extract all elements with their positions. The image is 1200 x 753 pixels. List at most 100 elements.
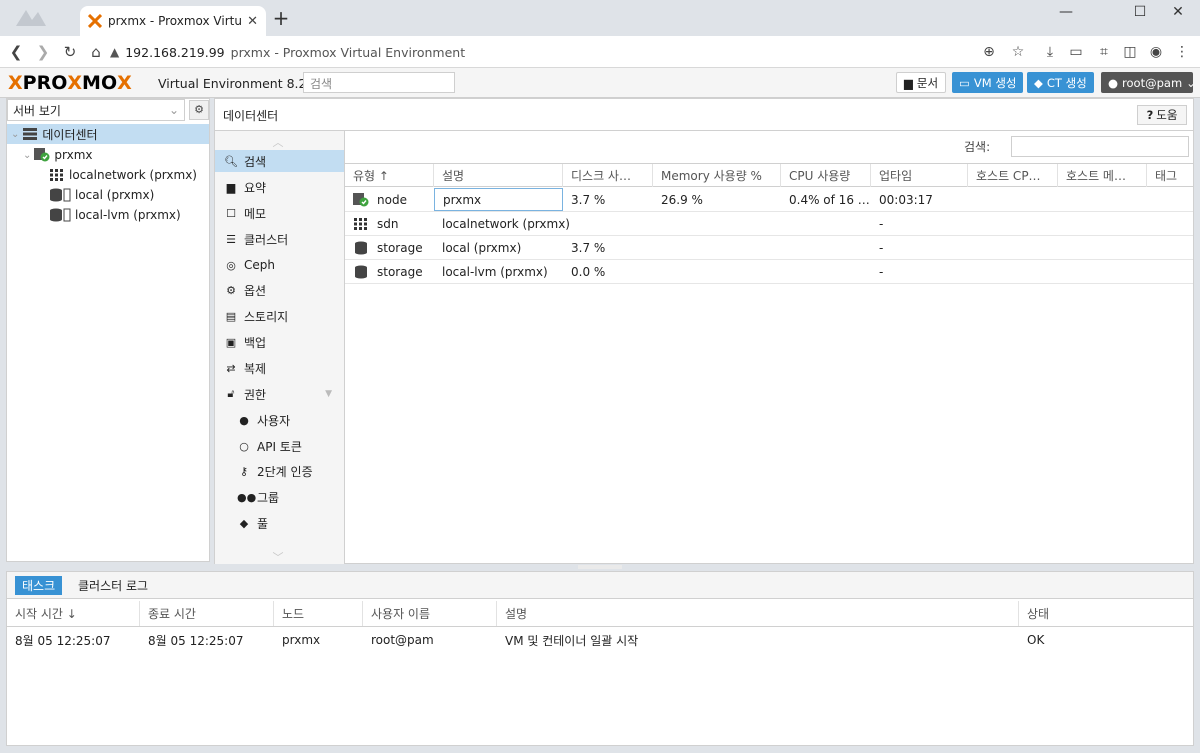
menu-item-replication[interactable]: ⇄ 복제	[215, 357, 344, 379]
menu-item-options[interactable]: ⚙ 옵션	[215, 279, 344, 301]
menu-item-label: 복제	[244, 361, 267, 376]
panel-splitter[interactable]	[578, 565, 622, 569]
cell-uptime: -	[879, 216, 884, 231]
menu-item-permissions[interactable]: 🔓︎ 권한 ▼	[215, 383, 344, 405]
column-header-status[interactable]: 상태	[1019, 601, 1193, 626]
create-vm-button[interactable]: ▭ VM 생성	[952, 72, 1024, 93]
reload-icon[interactable]: ↻	[60, 42, 80, 62]
scroll-down-icon[interactable]: ﹀	[270, 549, 286, 564]
cast-icon[interactable]: ▭	[1066, 42, 1086, 62]
menu-item-cluster[interactable]: ☰ 클러스터	[215, 228, 344, 250]
task-cell-end[interactable]: 8월 05 12:25:07	[140, 628, 274, 652]
column-header-description[interactable]: 설명	[497, 601, 1019, 626]
tab-tasks[interactable]: 태스크	[15, 576, 63, 595]
menu-item-users[interactable]: ● 사용자	[215, 409, 344, 431]
tree-item-sdn[interactable]: localnetwork (prxmx)	[7, 165, 209, 185]
table-row[interactable]: storage local (prxmx) 3.7 % -	[345, 236, 1193, 260]
menu-item-label: API 토큰	[257, 439, 302, 454]
menu-item-summary[interactable]: ▆ 요약	[215, 176, 344, 198]
task-cell-description[interactable]: VM 및 컨테이너 일괄 시작	[497, 628, 1019, 652]
screenshot-icon[interactable]: ⌗	[1094, 42, 1114, 62]
menu-item-two-factor[interactable]: ⚷ 2단계 인증	[215, 460, 344, 482]
documentation-button[interactable]: ▆ 문서	[896, 72, 947, 93]
menu-item-storage[interactable]: ▤ 스토리지	[215, 305, 344, 327]
help-button[interactable]: ? 도움	[1137, 105, 1187, 125]
column-header-uptime[interactable]: 업타임	[871, 164, 968, 187]
column-header-description[interactable]: 설명	[434, 164, 563, 187]
split-view-icon[interactable]: ◫	[1120, 42, 1140, 62]
task-cell-status[interactable]: OK	[1019, 628, 1193, 652]
cell-disk	[563, 212, 653, 235]
task-cell-node[interactable]: prxmx	[274, 628, 363, 652]
new-tab-icon[interactable]: +	[270, 8, 292, 30]
menu-item-api-tokens[interactable]: ○ API 토큰	[215, 435, 344, 457]
storage-icon	[353, 265, 369, 279]
column-header-cpu[interactable]: CPU 사용량	[781, 164, 871, 187]
cell-description: local-lvm (prxmx)	[442, 264, 548, 279]
tree-item-datacenter[interactable]: ⌄ 데이터센터	[7, 124, 209, 144]
column-header-start-time[interactable]: 시작 시간 ↓	[7, 601, 140, 626]
gear-icon[interactable]: ⚙	[189, 100, 209, 120]
column-header-tags[interactable]: 태그	[1147, 164, 1193, 187]
task-cell-start[interactable]: 8월 05 12:25:07	[7, 628, 140, 652]
column-header-node[interactable]: 노드	[274, 601, 363, 626]
tree-item-label: prxmx	[54, 148, 93, 162]
task-cell-user[interactable]: root@pam	[363, 628, 497, 652]
sdn-grid-icon	[49, 168, 65, 182]
forward-icon[interactable]: ❯	[33, 42, 53, 62]
grid-search-input[interactable]	[1011, 136, 1189, 157]
table-row[interactable]: node prxmx 3.7 % 26.9 % 0.4% of 16 … 00:…	[345, 188, 1193, 212]
cell-disk: 3.7 %	[571, 192, 606, 207]
tree-item-label: local-lvm (prxmx)	[75, 208, 181, 222]
gear-icon: ⚙	[226, 283, 236, 297]
column-header-type[interactable]: 유형 ↑	[345, 164, 434, 187]
menu-dots-icon[interactable]: ⋮	[1172, 42, 1192, 62]
url-field[interactable]: ▲ 192.168.219.99 prxmx - Proxmox Virtual…	[110, 39, 1032, 65]
question-icon: ?	[1146, 108, 1154, 122]
menu-item-notes[interactable]: ☐ 메모	[215, 202, 344, 224]
tree-item-storage-local[interactable]: local (prxmx)	[7, 185, 209, 205]
back-icon[interactable]: ❮	[6, 42, 26, 62]
column-header-disk[interactable]: 디스크 사…	[563, 164, 653, 187]
not-secure-icon[interactable]: ▲	[110, 45, 119, 59]
view-select[interactable]: 서버 보기 ⌄	[7, 99, 185, 121]
menu-item-search[interactable]: 🔍︎ 검색	[215, 150, 344, 172]
close-tab-icon[interactable]: ✕	[247, 14, 258, 29]
zoom-icon[interactable]: ⊕	[979, 42, 999, 62]
cell-type: node	[345, 188, 434, 211]
create-ct-button[interactable]: ◆ CT 생성	[1027, 72, 1094, 93]
chevron-down-icon[interactable]: ⌄	[23, 150, 31, 161]
tree-item-storage-local-lvm[interactable]: local-lvm (prxmx)	[7, 205, 209, 225]
window-close-icon[interactable]: ✕	[1158, 4, 1198, 24]
menu-item-pools[interactable]: ◆ 풀	[215, 512, 344, 534]
column-header-host-memory[interactable]: 호스트 메…	[1058, 164, 1147, 187]
column-header-host-cpu[interactable]: 호스트 CP…	[968, 164, 1058, 187]
tree-item-node[interactable]: ⌄ prxmx	[7, 145, 209, 165]
home-icon[interactable]: ⌂	[86, 42, 106, 62]
minimize-icon[interactable]: —	[1046, 4, 1086, 24]
chevron-down-icon[interactable]: ⌄	[11, 129, 19, 140]
menu-item-backup[interactable]: ▣ 백업	[215, 331, 344, 353]
chevron-down-icon[interactable]: ▼	[325, 389, 332, 399]
column-header-user[interactable]: 사용자 이름	[363, 601, 497, 626]
menu-item-ceph[interactable]: ◎ Ceph	[215, 254, 344, 276]
browser-tab[interactable]: prxmx - Proxmox Virtual Environ ✕	[80, 6, 266, 36]
tree-item-label: local (prxmx)	[75, 188, 155, 202]
global-search-input[interactable]: 검색	[303, 72, 455, 93]
cell-type-text: storage	[377, 264, 423, 279]
bookmark-star-icon[interactable]: ☆	[1008, 42, 1028, 62]
maximize-icon[interactable]: ☐	[1120, 4, 1160, 24]
column-header-end-time[interactable]: 종료 시간	[140, 601, 274, 626]
chevron-down-icon: ⌄	[168, 103, 179, 117]
tab-cluster-log[interactable]: 클러스터 로그	[71, 576, 155, 595]
browser-address-bar: ❮ ❯ ↻ ⌂ ▲ 192.168.219.99 prxmx - Proxmox…	[0, 36, 1200, 68]
user-menu-button[interactable]: ● root@pam ⌄	[1101, 72, 1196, 93]
menu-item-groups[interactable]: ●● 그룹	[215, 486, 344, 508]
browser-tab-title: prxmx - Proxmox Virtual Environ	[108, 14, 242, 28]
column-header-memory[interactable]: Memory 사용량 %	[653, 164, 781, 187]
profile-icon[interactable]: ◉	[1146, 42, 1166, 62]
table-row[interactable]: storage local-lvm (prxmx) 0.0 % -	[345, 260, 1193, 284]
table-row[interactable]: sdn localnetwork (prxmx) -	[345, 212, 1193, 236]
download-icon[interactable]: ⤓	[1040, 42, 1060, 62]
scroll-up-icon[interactable]: ︿	[270, 134, 286, 149]
